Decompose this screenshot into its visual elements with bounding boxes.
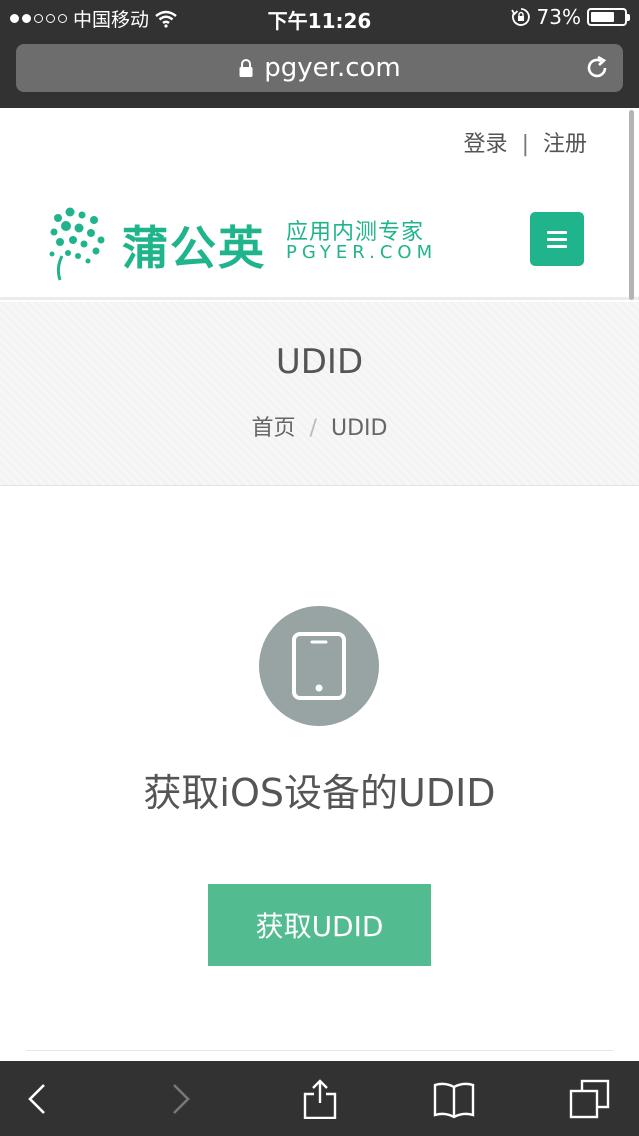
url-text: pgyer.com — [264, 53, 401, 83]
content-divider — [26, 1050, 613, 1051]
hamburger-icon — [547, 244, 567, 248]
tablet-icon — [292, 632, 346, 700]
orientation-lock-icon — [510, 8, 530, 26]
login-link[interactable]: 登录 — [464, 126, 508, 158]
breadcrumb-separator: / — [309, 416, 317, 441]
link-separator: | — [521, 132, 529, 157]
logo-domain: PGYER.COM — [286, 242, 438, 263]
logo-title[interactable]: 蒲公英 — [122, 212, 266, 278]
tabs-icon[interactable] — [568, 1079, 612, 1119]
main-heading: 获取iOS设备的UDID — [143, 771, 496, 815]
page-header: UDID 首页 / UDID — [0, 302, 639, 486]
breadcrumb-current: UDID — [330, 416, 388, 441]
get-udid-button[interactable]: 获取UDID — [208, 884, 431, 966]
battery-percent: 73% — [536, 5, 581, 29]
status-bar: 中国移动 下午11:26 73% — [0, 0, 639, 36]
breadcrumb: 首页 / UDID — [0, 410, 639, 442]
back-icon[interactable] — [16, 1079, 60, 1119]
forward-icon[interactable] — [158, 1079, 202, 1119]
share-icon[interactable] — [298, 1079, 342, 1119]
menu-button[interactable] — [530, 212, 584, 266]
status-bar-right: 73% — [510, 5, 630, 29]
hamburger-icon — [547, 230, 567, 234]
scroll-indicator — [629, 110, 634, 300]
bookmarks-icon[interactable] — [432, 1079, 476, 1119]
register-link[interactable]: 注册 — [543, 126, 587, 158]
site-header: 蒲公英 应用内测专家 PGYER.COM — [0, 196, 639, 300]
address-center: pgyer.com — [16, 44, 623, 92]
battery-icon — [587, 8, 630, 26]
browser-toolbar — [0, 1061, 639, 1136]
browser-address-area: pgyer.com — [0, 36, 639, 108]
page-title: UDID — [275, 342, 364, 382]
reload-icon[interactable] — [583, 54, 611, 82]
dandelion-logo-icon[interactable] — [48, 206, 108, 282]
address-bar[interactable]: pgyer.com — [16, 44, 623, 92]
device-icon-circle — [259, 606, 379, 726]
account-links: 登录 | 注册 — [464, 126, 587, 158]
lock-icon — [239, 59, 253, 77]
battery-level — [591, 12, 615, 22]
breadcrumb-home[interactable]: 首页 — [252, 416, 296, 441]
hamburger-icon — [547, 237, 567, 241]
